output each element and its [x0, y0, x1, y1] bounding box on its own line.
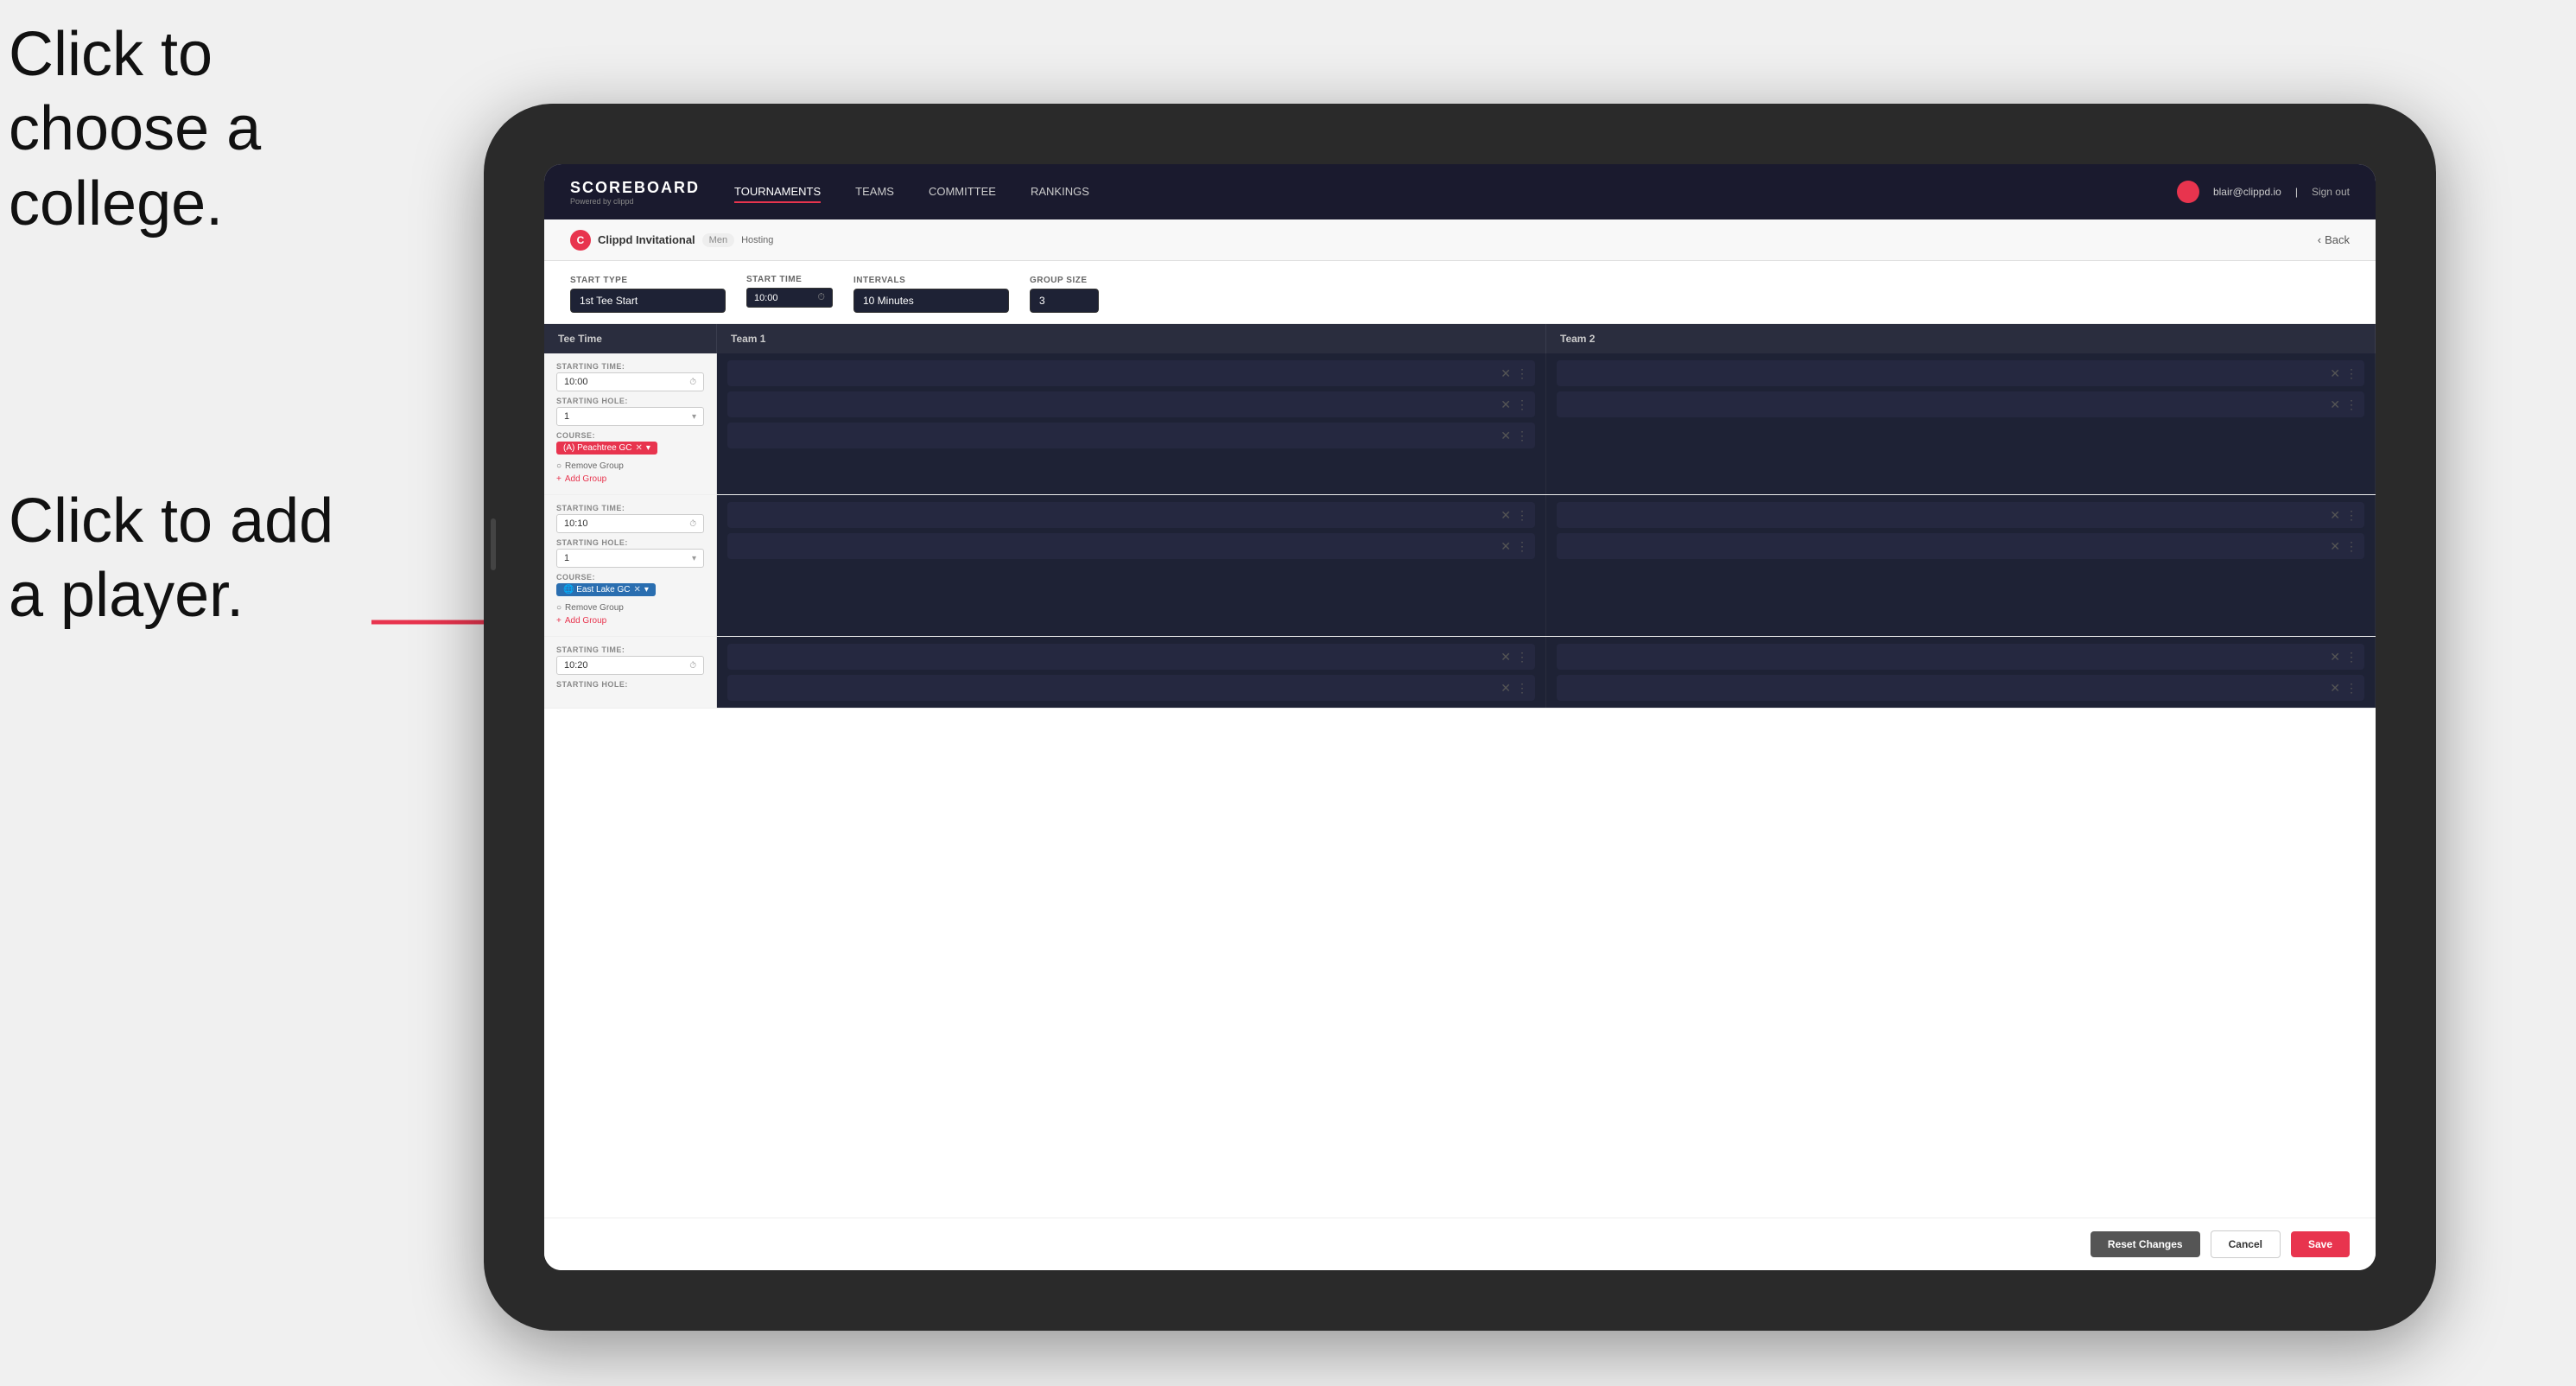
- annotation-bottom-line1: Click to add: [9, 486, 333, 556]
- tee-left-row3: STARTING TIME: 10:20 ⏱ STARTING HOLE:: [544, 637, 717, 708]
- table-row: STARTING TIME: 10:10 ⏱ STARTING HOLE: 1 …: [544, 495, 2376, 637]
- remove-group-2[interactable]: ○ Remove Group: [556, 601, 704, 614]
- header-right: blair@clippd.io | Sign out: [2177, 181, 2350, 203]
- nav-rankings[interactable]: RANKINGS: [1031, 181, 1089, 203]
- team1-col-row2: ✕ ⋮ ✕ ⋮: [717, 495, 1546, 636]
- annotation-choose-college: Click to choose a college.: [9, 17, 371, 241]
- start-type-select[interactable]: 1st Tee Start: [570, 289, 726, 313]
- content-area: Start Type 1st Tee Start Start Time 10:0…: [544, 261, 2376, 1270]
- start-time-label: Start Time: [746, 275, 833, 284]
- annotation-line2: college.: [9, 169, 223, 238]
- cancel-button[interactable]: Cancel: [2211, 1230, 2281, 1258]
- player-slot-4-1[interactable]: ✕ ⋮: [1557, 502, 2364, 528]
- separator: |: [2295, 186, 2298, 198]
- back-button[interactable]: ‹ Back: [2318, 233, 2350, 246]
- table-row: STARTING TIME: 10:20 ⏱ STARTING HOLE: ✕ …: [544, 637, 2376, 709]
- table-row: STARTING TIME: 10:00 ⏱ STARTING HOLE: 1 …: [544, 353, 2376, 495]
- col-team2: Team 2: [1546, 324, 2376, 353]
- start-type-group: Start Type 1st Tee Start: [570, 276, 726, 313]
- logo-sub: Powered by clippd: [570, 197, 700, 206]
- breadcrumb: C Clippd Invitational Men Hosting: [570, 230, 773, 251]
- annotation-add-player: Click to add a player.: [9, 484, 337, 633]
- player-slot-1-2[interactable]: ✕ ⋮: [727, 391, 1535, 417]
- course-tag-1[interactable]: (A) Peachtree GC ✕ ▾: [556, 442, 657, 455]
- team1-col-row1: ✕ ⋮ ✕ ⋮ ✕ ⋮: [717, 353, 1546, 494]
- starting-hole-1[interactable]: 1 ▾: [556, 407, 704, 426]
- team2-col-row1: ✕ ⋮ ✕ ⋮: [1546, 353, 2376, 494]
- tablet-screen: SCOREBOARD Powered by clippd TOURNAMENTS…: [544, 164, 2376, 1270]
- gender-tag: Men: [702, 233, 734, 247]
- table-header: Tee Time Team 1 Team 2: [544, 324, 2376, 353]
- nav-teams[interactable]: TEAMS: [855, 181, 894, 203]
- team1-col-row3: ✕ ⋮ ✕ ⋮: [717, 637, 1546, 708]
- col-tee-time: Tee Time: [544, 324, 717, 353]
- starting-hole-2[interactable]: 1 ▾: [556, 549, 704, 568]
- hosting-badge: Hosting: [741, 235, 773, 245]
- player-slot-3-2[interactable]: ✕ ⋮: [727, 533, 1535, 559]
- player-slot-3-1[interactable]: ✕ ⋮: [727, 502, 1535, 528]
- tee-left-row1: STARTING TIME: 10:00 ⏱ STARTING HOLE: 1 …: [544, 353, 717, 494]
- player-slot-5-1[interactable]: ✕ ⋮: [727, 644, 1535, 670]
- bottom-bar: Reset Changes Cancel Save: [544, 1218, 2376, 1270]
- reset-button[interactable]: Reset Changes: [2091, 1231, 2200, 1257]
- nav-committee[interactable]: COMMITTEE: [929, 181, 996, 203]
- team2-col-row3: ✕ ⋮ ✕ ⋮: [1546, 637, 2376, 708]
- controls-row: Start Type 1st Tee Start Start Time 10:0…: [544, 261, 2376, 324]
- sub-header: C Clippd Invitational Men Hosting ‹ Back: [544, 219, 2376, 261]
- player-slot-2-2[interactable]: ✕ ⋮: [1557, 391, 2364, 417]
- tournament-name: Clippd Invitational: [598, 233, 695, 246]
- app-header: SCOREBOARD Powered by clippd TOURNAMENTS…: [544, 164, 2376, 219]
- tablet-frame: SCOREBOARD Powered by clippd TOURNAMENTS…: [484, 104, 2436, 1331]
- user-avatar: [2177, 181, 2199, 203]
- player-slot-6-2[interactable]: ✕ ⋮: [1557, 675, 2364, 701]
- annotation-line1: Click to choose a: [9, 20, 261, 163]
- col-team1: Team 1: [717, 324, 1546, 353]
- nav-tournaments[interactable]: TOURNAMENTS: [734, 181, 821, 203]
- start-time-input[interactable]: 10:00 ⏱: [746, 288, 833, 308]
- intervals-select[interactable]: 10 Minutes: [853, 289, 1009, 313]
- intervals-label: Intervals: [853, 276, 1009, 285]
- player-slot-6-1[interactable]: ✕ ⋮: [1557, 644, 2364, 670]
- course-tag-2[interactable]: 🌐 East Lake GC ✕ ▾: [556, 583, 656, 596]
- starting-time-3[interactable]: 10:20 ⏱: [556, 656, 704, 675]
- user-email: blair@clippd.io: [2213, 186, 2281, 198]
- save-button[interactable]: Save: [2291, 1231, 2350, 1257]
- logo-title: SCOREBOARD: [570, 179, 700, 197]
- group-size-label: Group Size: [1030, 276, 1099, 285]
- player-slot-4-2[interactable]: ✕ ⋮: [1557, 533, 2364, 559]
- schedule-container: Tee Time Team 1 Team 2 STARTING TIME: 10…: [544, 324, 2376, 1270]
- intervals-group: Intervals 10 Minutes: [853, 276, 1009, 313]
- sign-out-link[interactable]: Sign out: [2312, 186, 2350, 198]
- tee-left-row2: STARTING TIME: 10:10 ⏱ STARTING HOLE: 1 …: [544, 495, 717, 636]
- nav-links: TOURNAMENTS TEAMS COMMITTEE RANKINGS: [734, 181, 1089, 203]
- add-group-2[interactable]: + Add Group: [556, 614, 704, 627]
- group-size-select[interactable]: 3: [1030, 289, 1099, 313]
- start-time-group: Start Time 10:00 ⏱: [746, 275, 833, 313]
- player-slot-5-2[interactable]: ✕ ⋮: [727, 675, 1535, 701]
- app-logo: SCOREBOARD Powered by clippd: [570, 179, 700, 206]
- header-left: SCOREBOARD Powered by clippd TOURNAMENTS…: [570, 179, 1089, 206]
- add-group-1[interactable]: + Add Group: [556, 473, 704, 486]
- remove-group-1[interactable]: ○ Remove Group: [556, 460, 704, 473]
- player-slot-2-1[interactable]: ✕ ⋮: [1557, 360, 2364, 386]
- starting-time-1[interactable]: 10:00 ⏱: [556, 372, 704, 391]
- team2-col-row2: ✕ ⋮ ✕ ⋮: [1546, 495, 2376, 636]
- starting-time-2[interactable]: 10:10 ⏱: [556, 514, 704, 533]
- start-type-label: Start Type: [570, 276, 726, 285]
- clippd-icon: C: [570, 230, 591, 251]
- annotation-bottom-line2: a player.: [9, 561, 244, 630]
- group-size-group: Group Size 3: [1030, 276, 1099, 313]
- player-slot-1-1[interactable]: ✕ ⋮: [727, 360, 1535, 386]
- player-slot-1-3[interactable]: ✕ ⋮: [727, 423, 1535, 448]
